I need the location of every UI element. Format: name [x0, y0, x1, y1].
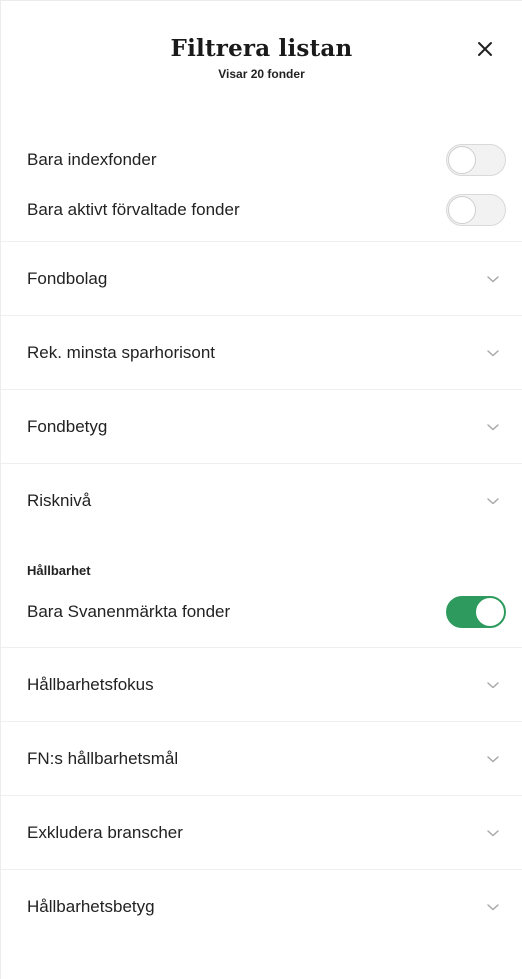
svanen-switch[interactable] — [446, 596, 506, 628]
section-heading-sustainability: Hållbarhet — [27, 563, 91, 578]
panel-header: Filtrera listan Visar 20 fonder — [1, 1, 522, 121]
filter-panel: Filtrera listan Visar 20 fonder Bara ind… — [0, 0, 522, 979]
active-funds-switch[interactable] — [446, 194, 506, 226]
chevron-down-icon — [486, 754, 500, 764]
filter-label: FN:s hållbarhetsmål — [27, 748, 179, 768]
page-title: Filtrera listan — [170, 35, 353, 62]
filter-label: Fondbolag — [27, 268, 108, 288]
chevron-down-icon — [486, 828, 500, 838]
fund-type-toggles: Bara indexfonder Bara aktivt förvaltade … — [1, 121, 522, 242]
filter-riskniva[interactable]: Risknivå — [1, 464, 522, 537]
close-icon — [478, 42, 492, 56]
filter-label: Rek. minsta sparhorisont — [27, 342, 216, 362]
toggle-label: Bara aktivt förvaltade fonder — [27, 200, 240, 219]
filter-fondbolag[interactable]: Fondbolag — [1, 242, 522, 316]
index-funds-switch[interactable] — [446, 144, 506, 176]
chevron-down-icon — [486, 422, 500, 432]
filter-label: Exkludera branscher — [27, 822, 183, 842]
toggle-row-active-funds: Bara aktivt förvaltade fonder — [1, 185, 522, 235]
toggle-row-svanen: Bara Svanenmärkta fonder — [1, 583, 522, 648]
filter-label: Hållbarhetsfokus — [27, 674, 154, 694]
switch-knob — [448, 146, 476, 174]
chevron-down-icon — [486, 348, 500, 358]
filter-label: Hållbarhetsbetyg — [27, 896, 155, 916]
filter-sparhorisont[interactable]: Rek. minsta sparhorisont — [1, 316, 522, 390]
filter-fondbetyg[interactable]: Fondbetyg — [1, 390, 522, 464]
chevron-down-icon — [486, 274, 500, 284]
filter-exkludera-branscher[interactable]: Exkludera branscher — [1, 796, 522, 870]
chevron-down-icon — [486, 902, 500, 912]
close-button[interactable] — [471, 35, 499, 63]
filter-label: Risknivå — [27, 490, 92, 510]
result-count: Visar 20 fonder — [218, 67, 305, 81]
filter-fn-hallbarhetsmal[interactable]: FN:s hållbarhetsmål — [1, 722, 522, 796]
filter-label: Fondbetyg — [27, 416, 108, 436]
filter-hallbarhetsbetyg[interactable]: Hållbarhetsbetyg — [1, 870, 522, 943]
filter-hallbarhetsfokus[interactable]: Hållbarhetsfokus — [1, 648, 522, 722]
toggle-label: Bara indexfonder — [27, 150, 157, 169]
switch-knob — [448, 196, 476, 224]
chevron-down-icon — [486, 680, 500, 690]
chevron-down-icon — [486, 496, 500, 506]
toggle-row-index-funds: Bara indexfonder — [1, 135, 522, 185]
toggle-label: Bara Svanenmärkta fonder — [27, 602, 231, 621]
switch-knob — [476, 598, 504, 626]
